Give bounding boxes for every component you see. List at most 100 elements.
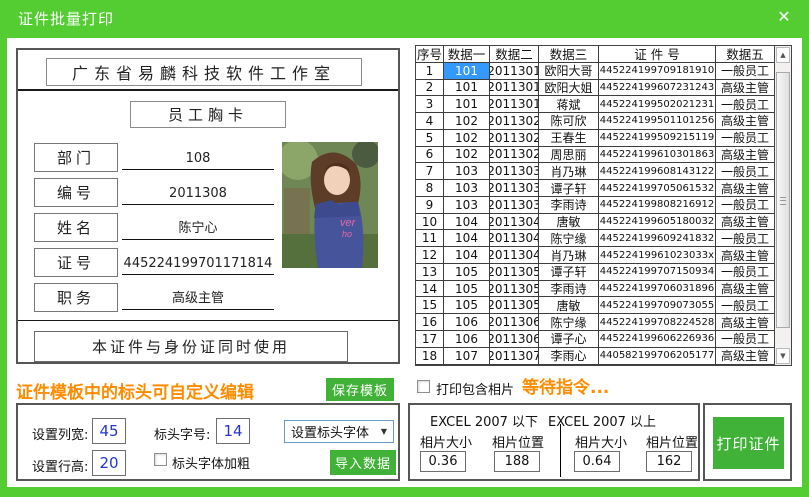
table-cell[interactable]: 445224199501101256 [599, 113, 716, 130]
table-cell[interactable]: 高级主管 [716, 147, 774, 164]
table-cell[interactable]: 2011301 [490, 96, 539, 114]
table-cell[interactable]: 101 [444, 62, 490, 80]
below-photo-pos-input[interactable]: 188 [494, 451, 540, 472]
table-cell[interactable]: 肖乃琳 [539, 247, 599, 264]
scroll-up-icon[interactable]: ▲ [776, 47, 790, 63]
table-cell[interactable]: 2 [416, 79, 444, 97]
table-cell[interactable]: 104 [444, 213, 490, 231]
table-cell[interactable]: 7 [416, 163, 444, 181]
table-cell[interactable]: 105 [444, 263, 490, 281]
col-width-input[interactable]: 45 [92, 418, 126, 444]
table-header-cell[interactable]: 数据三 [539, 46, 599, 63]
below-photo-size-input[interactable]: 0.36 [420, 451, 466, 472]
table-cell[interactable]: 一般员工 [716, 130, 774, 147]
table-cell[interactable]: 2011304 [490, 213, 539, 231]
above-photo-pos-input[interactable]: 162 [646, 451, 692, 472]
table-cell[interactable]: 445224199607231243 [599, 79, 716, 97]
header-font-select[interactable]: 设置标头字体 ▼ [284, 420, 394, 443]
table-cell[interactable]: 101 [444, 96, 490, 114]
close-icon[interactable]: ✕ [772, 4, 796, 28]
table-cell[interactable]: 445224199608143122 [599, 163, 716, 181]
table-cell[interactable]: 陈宁缘 [539, 230, 599, 248]
table-cell[interactable]: 102 [444, 113, 490, 130]
table-cell[interactable]: 2011302 [490, 129, 539, 147]
table-cell[interactable]: 李雨心 [539, 347, 599, 365]
scroll-down-icon[interactable]: ▼ [776, 348, 790, 364]
table-cell[interactable]: 一般员工 [716, 163, 774, 181]
table-cell[interactable]: 2011303 [490, 196, 539, 214]
table-cell[interactable]: 44522419961023033x [599, 247, 716, 264]
table-cell[interactable]: 15 [416, 297, 444, 315]
table-cell[interactable]: 445224199707150934 [599, 263, 716, 281]
table-cell[interactable]: 欧阳大哥 [539, 62, 599, 80]
table-cell[interactable]: 一般员工 [716, 297, 774, 315]
table-cell[interactable]: 445224199609241832 [599, 230, 716, 248]
table-cell[interactable]: 2011304 [490, 230, 539, 248]
table-cell[interactable]: 18 [416, 347, 444, 365]
include-photo-checkbox[interactable] [417, 380, 430, 393]
table-cell[interactable]: 13 [416, 263, 444, 281]
table-cell[interactable]: 12 [416, 247, 444, 264]
table-cell[interactable]: 106 [444, 314, 490, 332]
table-cell[interactable]: 103 [444, 180, 490, 197]
table-cell[interactable]: 2011306 [490, 331, 539, 348]
table-cell[interactable]: 445224199709073055 [599, 297, 716, 315]
table-cell[interactable]: 2011305 [490, 280, 539, 298]
table-cell[interactable]: 肖乃琳 [539, 163, 599, 181]
table-cell[interactable]: 10 [416, 213, 444, 231]
table-header-cell[interactable]: 证 件 号 [599, 46, 716, 63]
table-cell[interactable]: 高级主管 [716, 247, 774, 264]
table-cell[interactable]: 唐敏 [539, 297, 599, 315]
table-cell[interactable]: 445224199709181910 [599, 62, 716, 80]
table-cell[interactable]: 104 [444, 230, 490, 248]
table-cell[interactable]: 李雨诗 [539, 196, 599, 214]
table-cell[interactable]: 蒋斌 [539, 96, 599, 114]
table-cell[interactable]: 4 [416, 113, 444, 130]
table-cell[interactable]: 107 [444, 347, 490, 365]
table-cell[interactable]: 445224199610301863 [599, 146, 716, 164]
table-cell[interactable]: 一般员工 [716, 331, 774, 348]
table-cell[interactable]: 2011302 [490, 146, 539, 164]
table-cell[interactable]: 欧阳大姐 [539, 79, 599, 97]
table-cell[interactable]: 101 [444, 79, 490, 97]
table-cell[interactable]: 2011306 [490, 314, 539, 332]
table-cell[interactable]: 谭子轩 [539, 263, 599, 281]
table-cell[interactable]: 9 [416, 196, 444, 214]
table-cell[interactable]: 陈可欣 [539, 113, 599, 130]
import-data-button[interactable]: 导入数据 [330, 450, 396, 475]
table-vertical-scrollbar[interactable]: ▲ ▼ [774, 46, 791, 365]
table-cell[interactable]: 2011305 [490, 263, 539, 281]
table-cell[interactable]: 106 [444, 331, 490, 348]
table-cell[interactable]: 445224199606226936 [599, 331, 716, 348]
header-fontsize-input[interactable]: 14 [216, 418, 250, 444]
print-certificates-button[interactable]: 打印证件 [713, 417, 784, 469]
table-cell[interactable]: 8 [416, 180, 444, 197]
table-cell[interactable]: 103 [444, 163, 490, 181]
table-cell[interactable]: 高级主管 [716, 80, 774, 97]
table-cell[interactable]: 445224199808216912 [599, 196, 716, 214]
table-cell[interactable]: 14 [416, 280, 444, 298]
table-cell[interactable]: 445224199708224528 [599, 314, 716, 332]
table-cell[interactable]: 高级主管 [716, 214, 774, 231]
table-cell[interactable]: 高级主管 [716, 113, 774, 130]
table-cell[interactable]: 2011304 [490, 247, 539, 264]
table-cell[interactable]: 2011302 [490, 113, 539, 130]
table-cell[interactable]: 103 [444, 196, 490, 214]
table-cell[interactable]: 2011303 [490, 180, 539, 197]
table-cell[interactable]: 102 [444, 146, 490, 164]
table-cell[interactable]: 2011305 [490, 297, 539, 315]
row-height-input[interactable]: 20 [92, 450, 126, 476]
table-cell[interactable]: 2011307 [490, 347, 539, 365]
table-header-cell[interactable]: 数据一 [444, 46, 490, 63]
table-cell[interactable]: 李雨诗 [539, 280, 599, 298]
table-cell[interactable]: 105 [444, 280, 490, 298]
table-header-cell[interactable]: 数据二 [490, 46, 539, 63]
table-cell[interactable]: 1 [416, 62, 444, 80]
table-cell[interactable]: 2011301 [490, 79, 539, 97]
table-header-cell[interactable]: 序号 [416, 46, 444, 63]
data-table[interactable]: 序号 数据一 数据二 数据三证 件 号数据五 1 101 2011301 欧阳大哥 44522… [415, 45, 792, 366]
table-cell[interactable]: 王春生 [539, 129, 599, 147]
table-cell[interactable]: 一般员工 [716, 197, 774, 214]
table-cell[interactable]: 高级主管 [716, 314, 774, 332]
table-cell[interactable]: 高级主管 [716, 348, 774, 365]
